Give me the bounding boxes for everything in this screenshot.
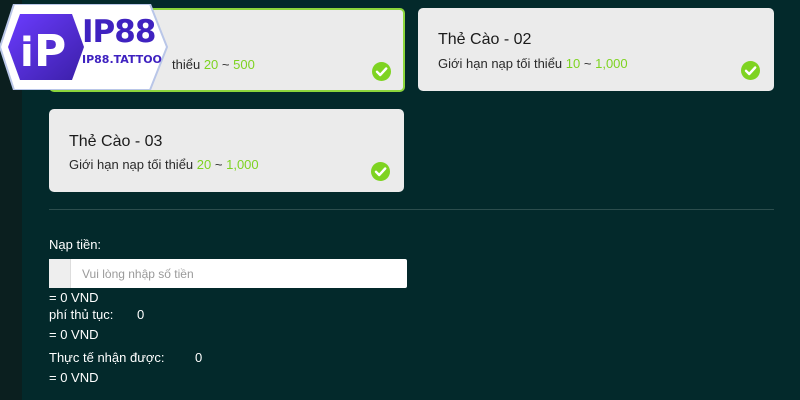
card-min: 10: [565, 56, 581, 71]
card-max: 1,000: [595, 56, 628, 71]
card-option-02[interactable]: Thẻ Cào - 02 Giới hạn nạp tối thiểu 10 ~…: [418, 8, 774, 91]
logo-domain: IP88.TATTOO: [82, 53, 162, 66]
deposit-label: Nạp tiền:: [49, 237, 102, 252]
card-sep: ~: [583, 56, 592, 71]
card-max: 1,000: [226, 157, 259, 172]
card-limit-label: Giới hạn nạp tối thiểu: [438, 56, 563, 71]
actual-vnd: = 0 VND: [49, 370, 99, 385]
check-icon: [372, 62, 391, 81]
amount-field-prefix: [49, 259, 71, 288]
logo-text: IP88: [82, 14, 156, 50]
svg-text:i: i: [20, 30, 34, 76]
card-option-03[interactable]: Thẻ Cào - 03 Giới hạn nạp tối thiểu 20 ~…: [49, 109, 404, 192]
check-icon: [371, 162, 390, 181]
card-limit: thiểu 20 ~ 500: [172, 57, 255, 72]
amount-field: [49, 259, 407, 288]
card-limit-label: Giới hạn nạp tối thiểu: [69, 157, 194, 172]
card-sep: ~: [214, 157, 223, 172]
card-limit: Giới hạn nạp tối thiểu 10 ~ 1,000: [438, 56, 628, 71]
card-limit: Giới hạn nạp tối thiểu 20 ~ 1,000: [69, 157, 259, 172]
actual-value: 0: [195, 350, 203, 365]
amount-input[interactable]: [72, 259, 405, 288]
fee-label: phí thủ tục:: [49, 307, 114, 322]
section-divider: [49, 209, 774, 210]
card-title: Thẻ Cào - 02: [438, 31, 532, 48]
card-limit-label: thiểu: [172, 57, 201, 72]
card-sep: ~: [221, 57, 230, 72]
actual-label: Thực tế nhận được:: [49, 350, 165, 365]
fee-value: 0: [137, 307, 145, 322]
card-min: 20: [203, 57, 219, 72]
ip88-logo: i P IP88 IP88.TATTOO: [0, 3, 170, 91]
card-max: 500: [233, 57, 255, 72]
amount-vnd: = 0 VND: [49, 290, 99, 305]
card-min: 20: [196, 157, 212, 172]
check-icon: [741, 61, 760, 80]
fee-vnd: = 0 VND: [49, 327, 99, 342]
card-title: Thẻ Cào - 03: [69, 133, 163, 150]
svg-text:P: P: [34, 26, 66, 77]
